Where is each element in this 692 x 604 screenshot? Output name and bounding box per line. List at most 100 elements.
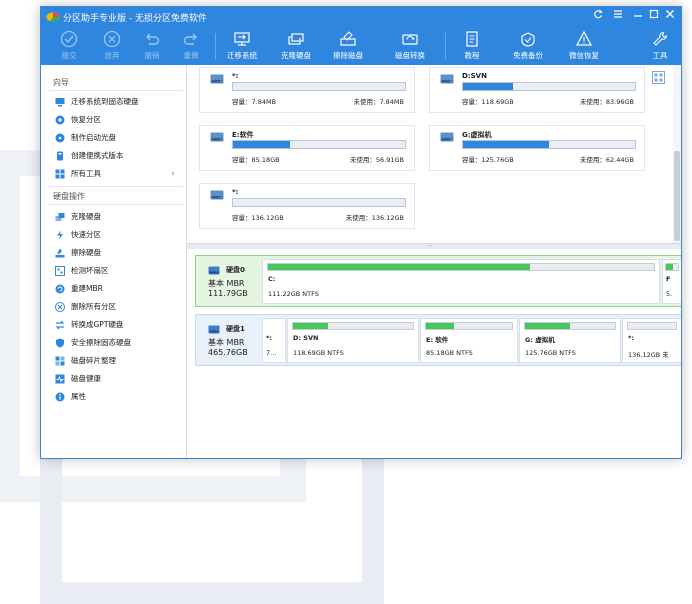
disk-icon [208, 266, 220, 275]
sidebar-divider [49, 186, 183, 187]
title-bar: 分区助手专业版 - 无损分区免费软件 [41, 7, 681, 27]
partition-card[interactable]: *: 容量：136.12GB 未使用：136.12GB [199, 183, 415, 229]
defrag-icon [55, 356, 65, 366]
partition-usage-bar [232, 140, 406, 149]
minimize-icon [634, 15, 642, 17]
info-icon [55, 392, 65, 402]
free-backup-button[interactable]: 免费备份 [505, 27, 551, 65]
partition-usage-bar [232, 198, 406, 207]
partition-card[interactable]: E:软件 容量：85.18GB 未使用：56.91GB [199, 125, 415, 171]
disk-partition-block[interactable]: *: 136.12GB 未 [622, 318, 681, 363]
app-window: 分区助手专业版 - 无损分区免费软件 提交 放弃 撤销 重做 迁移系统 克隆硬盘… [40, 6, 682, 459]
toolbar: 提交 放弃 撤销 重做 迁移系统 克隆硬盘 擦除磁盘 磁盘转换 教程 免费备份 … [41, 27, 681, 65]
migrate-os-button[interactable]: 迁移系统 [219, 27, 265, 65]
redo-button[interactable]: 重做 [177, 27, 205, 65]
backup-icon [521, 32, 535, 47]
undo-button[interactable]: 撤销 [138, 27, 166, 65]
sidebar-item-portable-version[interactable]: 创建便携式版本 [55, 148, 181, 164]
scrollbar-thumb[interactable] [674, 151, 680, 241]
bad-sector-icon [55, 266, 65, 276]
disk-partition-usage-bar [267, 263, 655, 271]
sidebar-item-properties[interactable]: 属性 [55, 389, 181, 405]
partition-usage-bar [232, 82, 406, 91]
sidebar-item-wipe-disk[interactable]: 擦除硬盘 [55, 245, 181, 261]
sidebar-item-delete-all-partitions[interactable]: 删除所有分区 [55, 299, 181, 315]
toolbar-separator [445, 33, 446, 59]
secure-erase-icon [56, 338, 64, 348]
sidebar-item-defrag[interactable]: 磁盘碎片整理 [55, 353, 181, 369]
refresh-icon [594, 9, 603, 19]
menu-button[interactable] [611, 9, 625, 23]
disk-icon [208, 325, 220, 334]
wipe-disk-icon [55, 248, 65, 258]
convert-gpt-icon [55, 320, 65, 330]
disk-row[interactable]: 硬盘0 基本 MBR 111.79GB C: 111.22GB NTFS F 5… [195, 255, 681, 307]
rebuild-mbr-icon [55, 284, 65, 294]
all-tools-icon [55, 169, 65, 179]
partition-card-view: *: 容量：7.84MB 未使用：7.84MB D:SVN 容量：118.69G… [187, 65, 671, 243]
disk-partition-usage-bar [524, 322, 616, 330]
partition-usage-fill [463, 83, 513, 90]
disk-partition-block[interactable]: E: 软件 85.18GB NTFS [420, 318, 518, 363]
recover-partition-icon [55, 115, 65, 125]
partition-drive-icon [210, 132, 224, 142]
tutorial-icon [466, 31, 478, 47]
sidebar-item-boot-disc[interactable]: 制作启动光盘 [55, 130, 181, 146]
view-toggle-button[interactable] [652, 71, 665, 84]
disk-info: 硬盘1 基本 MBR 465.76GB [208, 325, 248, 357]
cancel-icon [103, 30, 121, 48]
partition-usage-fill [463, 141, 549, 148]
maximize-button[interactable] [647, 9, 661, 23]
wipe-disk-icon [340, 31, 356, 46]
sidebar-item-recover-partition[interactable]: 恢复分区 [55, 112, 181, 128]
wipe-disk-button[interactable]: 擦除磁盘 [325, 27, 371, 65]
wizard-heading: 向导 [53, 78, 69, 87]
sidebar-item-clone-disk[interactable]: 克隆硬盘 [55, 209, 181, 225]
clone-disk-button[interactable]: 克隆硬盘 [273, 27, 319, 65]
refresh-button[interactable] [591, 9, 605, 23]
convert-disk-button[interactable]: 磁盘转换 [387, 27, 433, 65]
partition-usage-bar [462, 140, 636, 149]
maximize-icon [649, 9, 659, 19]
partition-drive-icon [440, 74, 454, 84]
partition-card[interactable]: *: 容量：7.84MB 未使用：7.84MB [199, 67, 415, 113]
disk-partition-block[interactable]: *: 7... [262, 318, 286, 363]
disk-partition-usage-bar [627, 322, 677, 330]
disk-partition-usage-fill [525, 323, 570, 329]
sidebar-item-migrate-os[interactable]: 迁移系统到固态硬盘 [55, 94, 181, 110]
disk-partition-block[interactable]: D: SVN 118.69GB NTFS [287, 318, 419, 363]
partition-drive-icon [440, 132, 454, 142]
commit-button[interactable]: 提交 [55, 27, 83, 65]
disk-row[interactable]: 硬盘1 基本 MBR 465.76GB *: 7... D: SVN 118.6… [195, 314, 681, 366]
boot-disc-icon [55, 133, 65, 143]
panel-splitter[interactable]: ··· [187, 243, 681, 250]
tutorial-button[interactable]: 教程 [455, 27, 489, 65]
disk-partition-usage-fill [666, 264, 674, 270]
wechat-recovery-button[interactable]: 微信恢复 [561, 27, 607, 65]
discard-button[interactable]: 放弃 [98, 27, 126, 65]
main-panel: *: 容量：7.84MB 未使用：7.84MB D:SVN 容量：118.69G… [187, 65, 681, 458]
sidebar-item-rebuild-mbr[interactable]: 重建MBR [55, 281, 181, 297]
disk-health-icon [55, 374, 65, 384]
disk-partition-block[interactable]: F 5. [662, 259, 681, 304]
sidebar-divider [49, 204, 183, 205]
close-button[interactable] [663, 9, 677, 23]
disk-partition-block[interactable]: G: 虚拟机 125.76GB NTFS [519, 318, 621, 363]
delete-partitions-icon [55, 302, 65, 312]
sidebar-item-bad-sector-check[interactable]: 检测坏扇区 [55, 263, 181, 279]
sidebar-item-disk-health[interactable]: 磁盘健康 [55, 371, 181, 387]
sidebar-item-secure-erase-ssd[interactable]: 安全擦除固态硬盘 [55, 335, 181, 351]
disk-partition-usage-fill [293, 323, 328, 329]
disk-info: 硬盘0 基本 MBR 111.79GB [208, 266, 248, 298]
partition-card[interactable]: G:虚拟机 容量：125.76GB 未使用：62.44GB [429, 125, 645, 171]
tools-button[interactable]: 工具 [645, 27, 675, 65]
minimize-button[interactable] [631, 9, 645, 23]
disk-partition-block[interactable]: C: 111.22GB NTFS [262, 259, 660, 304]
close-icon [666, 10, 674, 18]
lightning-icon [57, 230, 63, 240]
sidebar-item-quick-partition[interactable]: 快速分区 [55, 227, 181, 243]
partition-card[interactable]: D:SVN 容量：118.69GB 未使用：83.96GB [429, 67, 645, 113]
sidebar-item-all-tools[interactable]: 所有工具 › [55, 166, 181, 182]
convert-disk-icon [402, 34, 418, 45]
sidebar-item-convert-gpt[interactable]: 转换成GPT硬盘 [55, 317, 181, 333]
